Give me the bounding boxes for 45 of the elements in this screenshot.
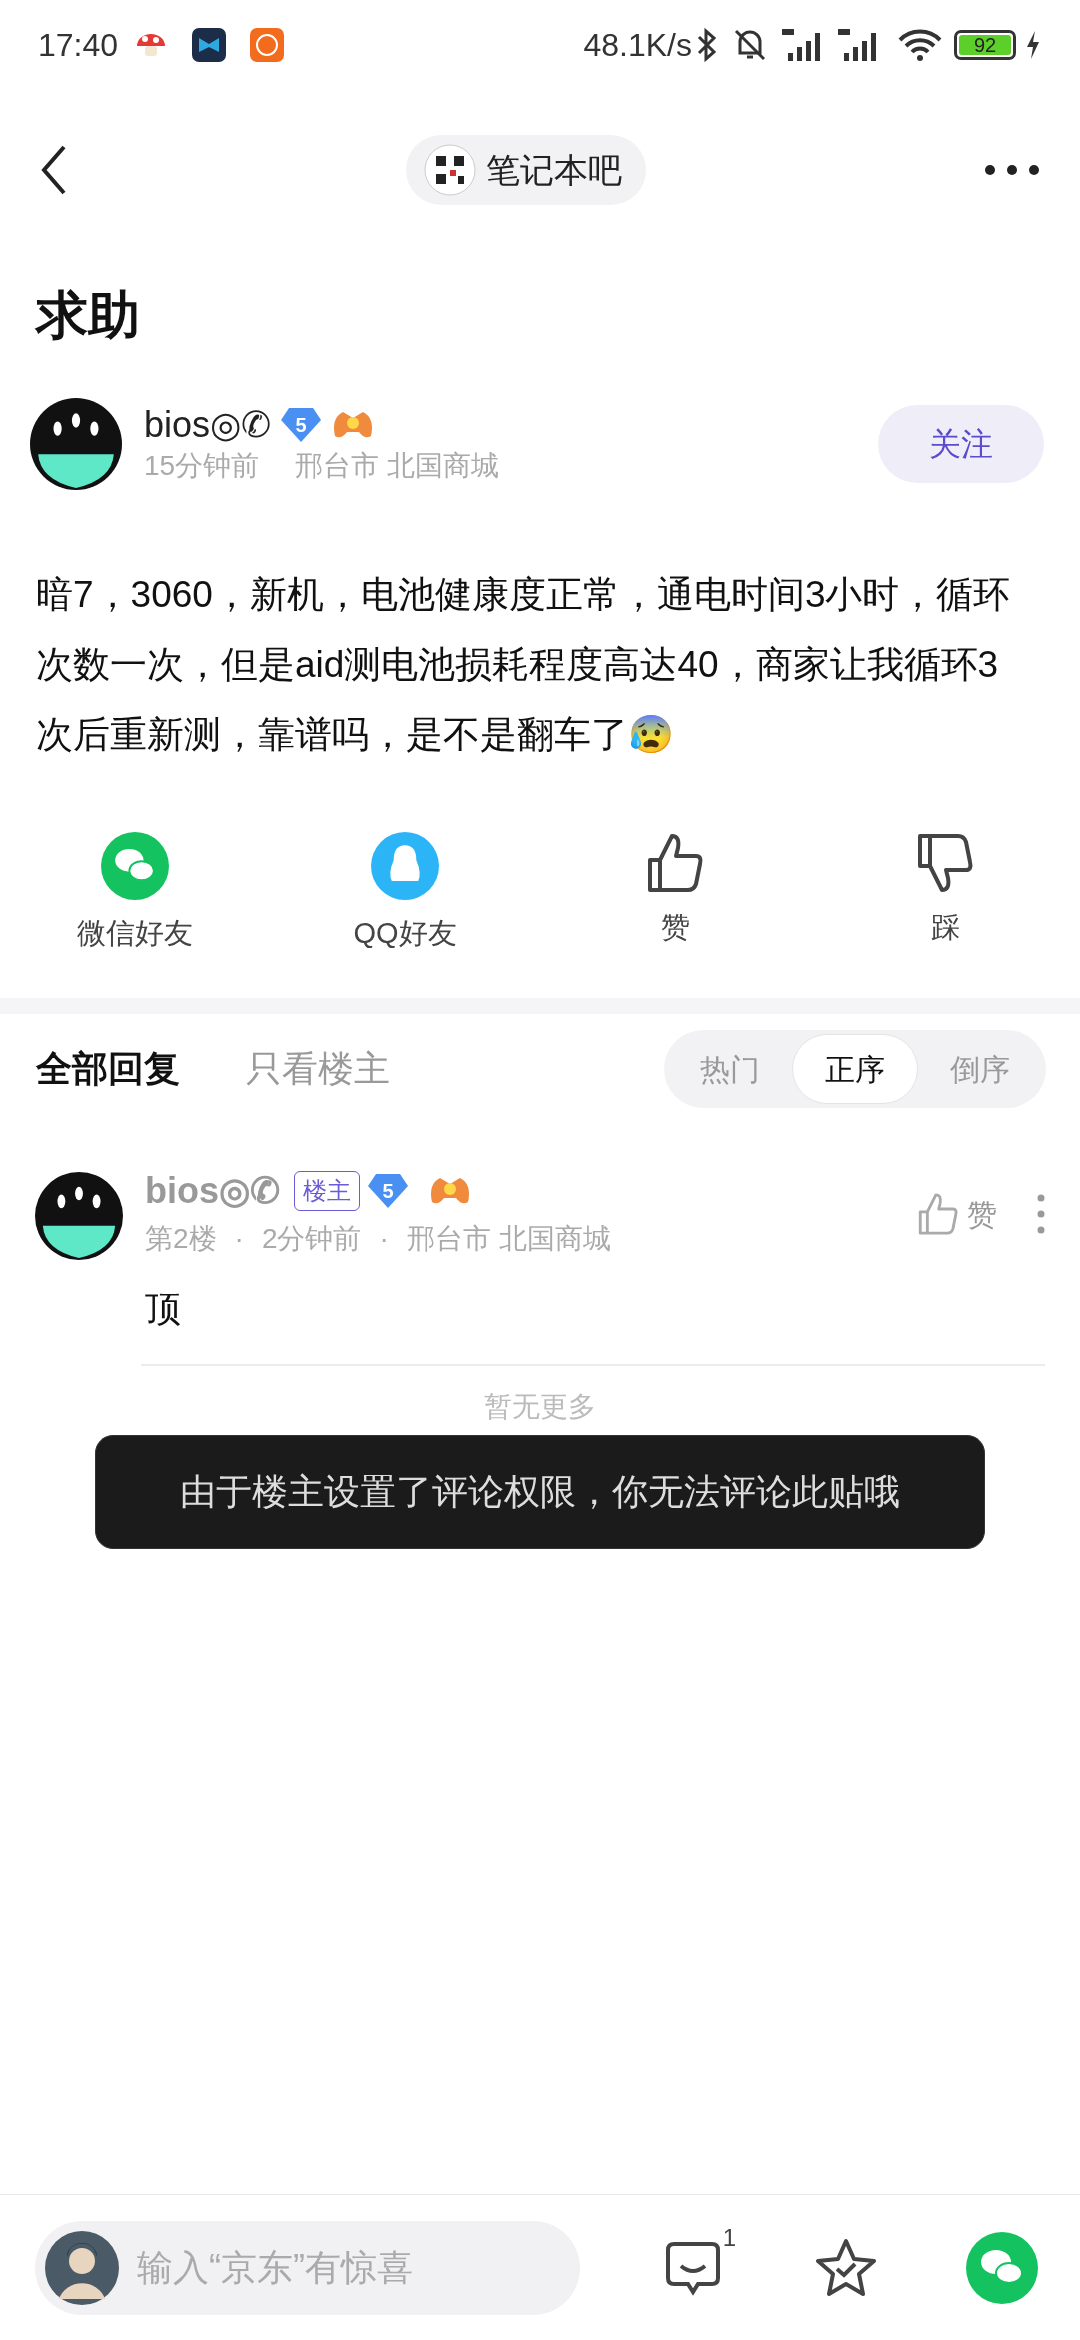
- thumbs-down-icon: [916, 832, 974, 894]
- wifi-icon: [898, 28, 942, 62]
- level-badge: 5: [281, 408, 322, 442]
- thumbs-up-icon: [917, 1192, 959, 1236]
- sort-option[interactable]: 正序: [792, 1034, 918, 1104]
- share-action[interactable]: 踩: [810, 832, 1080, 956]
- follow-button[interactable]: 关注: [878, 405, 1044, 483]
- toast: 由于楼主设置了评论权限，你无法评论此贴哦: [95, 1435, 985, 1549]
- reply-tab[interactable]: 全部回复: [36, 1042, 180, 1096]
- bluetooth-icon: [696, 27, 718, 63]
- separator-dot: ·: [234, 1222, 244, 1256]
- forum-pill[interactable]: 笔记本吧: [406, 135, 646, 205]
- network-speed: 48.1K/s: [583, 26, 692, 65]
- post-location: 邢台市 北国商城: [295, 449, 499, 483]
- forum-avatar-icon: [424, 144, 476, 196]
- post-title: 求助: [36, 286, 140, 344]
- author-avatar[interactable]: [30, 398, 122, 490]
- level-badge: 5: [368, 1174, 408, 1208]
- more-icon[interactable]: [984, 164, 1040, 176]
- author-name[interactable]: bios◎✆: [144, 403, 272, 447]
- comment-count: 1: [722, 2222, 736, 2253]
- charging-icon: [1024, 29, 1042, 61]
- app-icon: [250, 28, 285, 62]
- floor-number: 第2楼: [145, 1222, 217, 1256]
- reply-avatar[interactable]: [35, 1172, 123, 1260]
- share-action[interactable]: 赞: [540, 832, 810, 956]
- user-avatar-icon: [45, 2230, 119, 2305]
- app-icon: [192, 28, 227, 62]
- wechat-icon: [101, 832, 169, 900]
- battery-indicator: 92: [954, 30, 1016, 60]
- status-time: 17:40: [38, 26, 119, 65]
- penguin-icon: [371, 832, 439, 900]
- post-content: 暗7，3060，新机，电池健康度正常，通电时间3小时，循环次数一次，但是aid测电池损耗程度高达40，商家让我循环3次后重新测，靠谱吗，是不是翻车了😰: [36, 573, 1012, 757]
- post-time: 15分钟前: [144, 449, 260, 483]
- share-action[interactable]: 微信好友: [0, 832, 270, 956]
- thumbs-up-icon: [646, 832, 704, 894]
- separator-dot: ·: [379, 1222, 389, 1256]
- reply-content: 顶: [145, 1287, 182, 1331]
- share-action[interactable]: QQ好友: [270, 832, 540, 956]
- star-icon[interactable]: [814, 2236, 878, 2299]
- reply-location: 邢台市 北国商城: [406, 1222, 611, 1256]
- back-icon[interactable]: [40, 144, 68, 196]
- end-note: 暂无更多: [484, 1390, 596, 1424]
- reply-time: 2分钟前: [261, 1222, 362, 1256]
- op-badge: 楼主: [294, 1171, 360, 1211]
